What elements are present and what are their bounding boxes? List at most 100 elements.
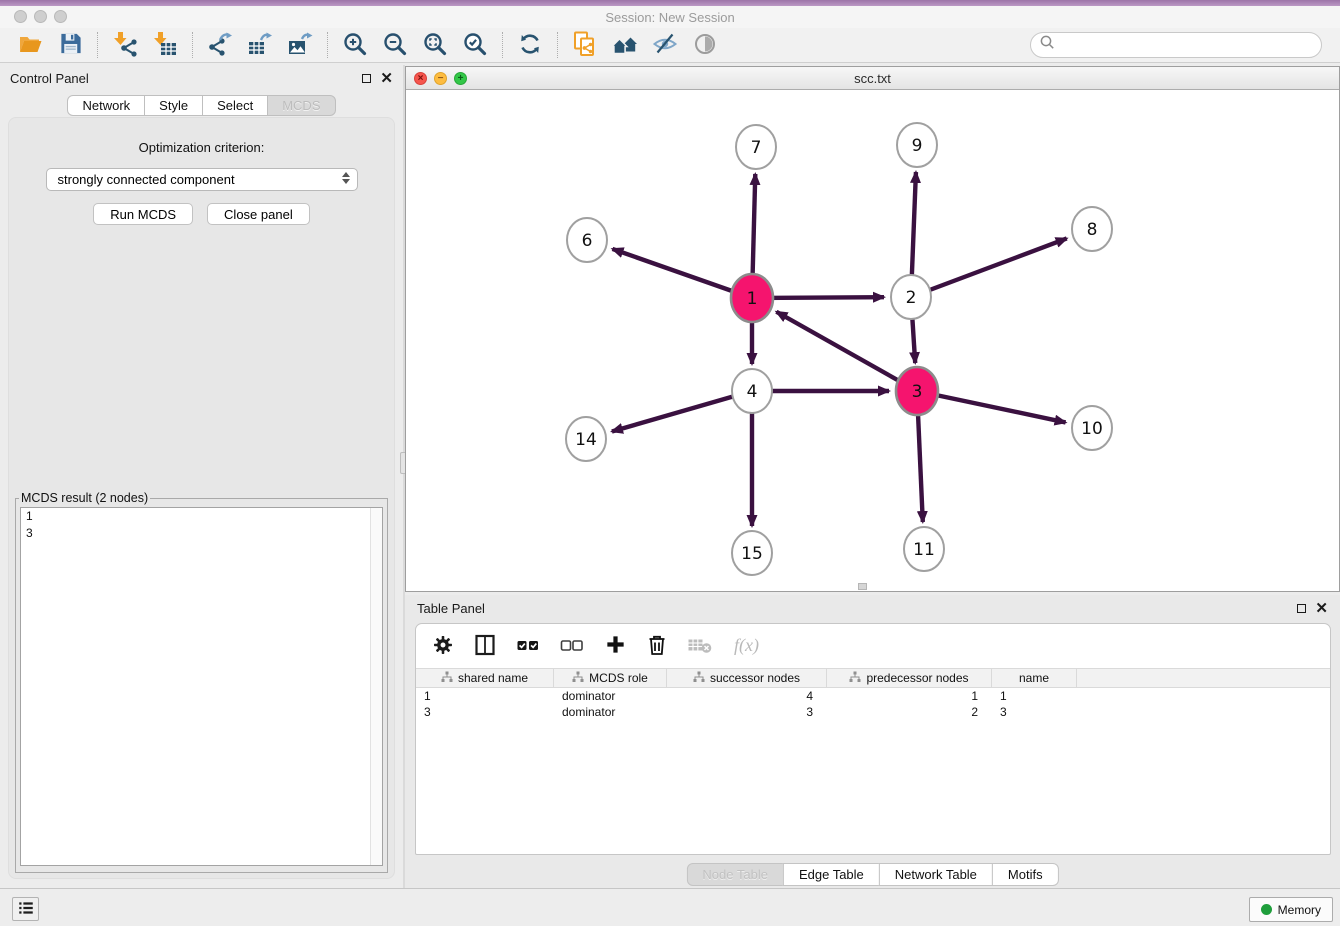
delete-column-icon [687, 634, 713, 659]
result-scrollbar[interactable] [370, 508, 382, 865]
table-cell[interactable]: 2 [827, 704, 992, 720]
table-settings-button[interactable] [432, 634, 454, 659]
tab-style[interactable]: Style [144, 95, 203, 116]
column-header-predecessor-nodes[interactable]: predecessor nodes [827, 669, 992, 687]
import-network-button[interactable] [105, 30, 145, 60]
search-field[interactable] [1030, 32, 1322, 58]
search-icon [1038, 33, 1057, 57]
column-header-successor-nodes[interactable]: successor nodes [667, 669, 827, 687]
table-cell[interactable]: 1 [827, 688, 992, 704]
column-header-label: MCDS role [589, 671, 648, 685]
table-cell[interactable]: 1 [992, 688, 1077, 704]
float-panel-icon[interactable] [362, 74, 371, 83]
export-image-button[interactable] [280, 30, 320, 60]
select-all-button[interactable] [516, 633, 541, 660]
network-canvas[interactable]: 7968124314101511 [406, 90, 1339, 591]
delete-row-button[interactable] [646, 633, 668, 660]
zoom-window-button[interactable] [54, 10, 67, 23]
zoom-selected-button[interactable] [455, 30, 495, 60]
memory-status-icon [1261, 904, 1272, 915]
graph-edge-3-1[interactable] [776, 312, 917, 391]
first-neighbors-button[interactable] [605, 30, 645, 60]
column-header-mcds-role[interactable]: MCDS role [554, 669, 667, 687]
import-table-button[interactable] [145, 30, 185, 60]
criterion-dropdown[interactable]: strongly connected component [46, 168, 358, 191]
column-header-label: name [1019, 671, 1049, 685]
show-panel-list-button[interactable] [12, 897, 39, 921]
open-session-button[interactable] [10, 30, 50, 60]
table-panel-tabs: Node TableEdge TableNetwork TableMotifs [686, 863, 1058, 886]
zoom-in-icon [342, 31, 368, 60]
tab-edge-table[interactable]: Edge Table [783, 863, 880, 886]
table-cell[interactable]: 3 [992, 704, 1077, 720]
hide-selected-button[interactable] [645, 30, 685, 60]
graph-node-label: 4 [747, 382, 758, 402]
delete-column-button[interactable] [687, 634, 713, 659]
export-image-icon [287, 31, 313, 60]
toolbar-separator [327, 32, 328, 58]
mcds-result-item[interactable]: 3 [21, 525, 382, 542]
table-cell[interactable]: 3 [416, 704, 554, 720]
table-cell[interactable]: 4 [667, 688, 827, 704]
table-panel: Table Panel ✕ [405, 595, 1340, 888]
mcds-result-item[interactable]: 1 [21, 508, 382, 525]
session-title: Session: New Session [0, 10, 1340, 25]
close-window-button[interactable] [14, 10, 27, 23]
search-input[interactable] [1057, 35, 1321, 55]
checked-boxes-icon [516, 633, 541, 660]
run-mcds-button[interactable]: Run MCDS [93, 203, 193, 225]
tab-node-table[interactable]: Node Table [686, 863, 784, 886]
float-table-panel-icon[interactable] [1297, 604, 1306, 613]
tab-network[interactable]: Network [67, 95, 145, 116]
table-cell[interactable]: dominator [554, 688, 667, 704]
tab-network-table[interactable]: Network Table [879, 863, 993, 886]
table-cell[interactable]: dominator [554, 704, 667, 720]
close-panel-button[interactable]: Close panel [207, 203, 310, 225]
unchecked-boxes-icon [560, 633, 585, 660]
function-builder-button[interactable]: f(x) [732, 632, 768, 661]
deselect-all-button[interactable] [560, 633, 585, 660]
graph-node-label: 3 [912, 382, 923, 402]
close-panel-icon[interactable]: ✕ [380, 71, 393, 86]
table-cell[interactable]: 1 [416, 688, 554, 704]
memory-button[interactable]: Memory [1249, 897, 1333, 922]
table-row[interactable]: 1dominator411 [416, 688, 1330, 704]
refresh-button[interactable] [510, 30, 550, 60]
show-columns-button[interactable] [473, 633, 497, 660]
eye-icon [692, 31, 718, 60]
list-icon [17, 899, 35, 920]
maximize-network-button[interactable]: + [454, 72, 467, 85]
graph-edge-3-10[interactable] [917, 391, 1066, 422]
minimize-window-button[interactable] [34, 10, 47, 23]
export-table-button[interactable] [240, 30, 280, 60]
close-network-button[interactable]: × [414, 72, 427, 85]
tab-motifs[interactable]: Motifs [992, 863, 1059, 886]
two-houses-icon [611, 31, 639, 60]
control-panel-header: Control Panel ✕ [0, 65, 403, 91]
tab-select[interactable]: Select [202, 95, 268, 116]
mcds-result-list[interactable]: 13 [20, 507, 383, 866]
create-column-button[interactable] [604, 633, 627, 659]
column-header-name[interactable]: name [992, 669, 1077, 687]
export-network-button[interactable] [200, 30, 240, 60]
zoom-out-button[interactable] [375, 30, 415, 60]
show-all-button[interactable] [685, 30, 725, 60]
zoom-selected-icon [462, 31, 488, 60]
graph-node-label: 9 [912, 136, 923, 156]
horizontal-splitter-handle[interactable] [858, 583, 867, 590]
save-session-button[interactable] [50, 30, 90, 60]
zoom-in-button[interactable] [335, 30, 375, 60]
column-header-shared-name[interactable]: shared name [416, 669, 554, 687]
close-table-panel-icon[interactable]: ✕ [1315, 601, 1328, 616]
table-cell[interactable]: 3 [667, 704, 827, 720]
network-view-window: × − + scc.txt 7968124314101511 [405, 66, 1340, 592]
tab-mcds[interactable]: MCDS [267, 95, 335, 116]
graph-edge-2-8[interactable] [911, 238, 1067, 297]
copy-network-view-button[interactable] [565, 30, 605, 60]
minimize-network-button[interactable]: − [434, 72, 447, 85]
table-row[interactable]: 3dominator323 [416, 704, 1330, 720]
graph-edge-4-14[interactable] [612, 391, 752, 432]
network-window-titlebar[interactable]: × − + scc.txt [406, 67, 1339, 90]
copy-network-icon [572, 31, 598, 60]
zoom-fit-button[interactable] [415, 30, 455, 60]
